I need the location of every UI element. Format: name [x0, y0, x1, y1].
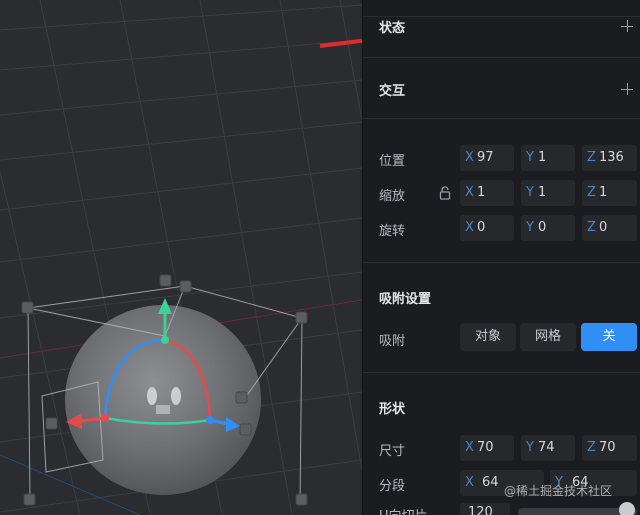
- segments-label: 分段: [379, 479, 406, 494]
- snap-object-button[interactable]: 对象: [460, 323, 516, 351]
- rotation-x-input[interactable]: X 0: [460, 215, 514, 241]
- u-slice-input[interactable]: 120: [460, 503, 510, 515]
- position-y-input[interactable]: Y 1: [521, 145, 575, 171]
- position-x-input[interactable]: X 97: [460, 145, 514, 171]
- size-z-input[interactable]: Z 70: [582, 435, 637, 461]
- size-y-input[interactable]: Y 74: [521, 435, 575, 461]
- scale-z-input[interactable]: Z 1: [582, 180, 637, 206]
- u-slice-label: U向切片: [379, 505, 428, 515]
- section-title-interaction: 交互: [379, 84, 406, 99]
- position-label: 位置: [379, 154, 406, 169]
- rotation-z-input[interactable]: Z 0: [582, 215, 637, 241]
- position-z-input[interactable]: Z 136: [582, 145, 637, 171]
- section-title-shape: 形状: [379, 402, 406, 417]
- 3d-viewport[interactable]: [0, 0, 362, 515]
- size-label: 尺寸: [379, 444, 406, 459]
- scale-x-input[interactable]: X 1: [460, 180, 514, 206]
- watermark: @稀土掘金技术社区: [504, 484, 613, 498]
- rotation-y-input[interactable]: Y 0: [521, 215, 575, 241]
- divider: [363, 57, 640, 58]
- divider: [363, 372, 640, 373]
- scene-canvas[interactable]: [0, 0, 362, 515]
- scale-y-input[interactable]: Y 1: [521, 180, 575, 206]
- divider: [363, 262, 640, 263]
- sphere-object[interactable]: [65, 305, 261, 495]
- rotation-label: 旋转: [379, 224, 406, 239]
- red-arrow-icon: [319, 38, 362, 48]
- properties-panel: 状态 交互 位置 X 97 Y 1 Z 136 缩放 X 1 Y 1 Z 1 旋…: [362, 0, 640, 515]
- divider: [363, 118, 640, 119]
- section-title-snap: 吸附设置: [379, 292, 432, 307]
- size-x-input[interactable]: X 70: [460, 435, 514, 461]
- scale-label: 缩放: [379, 189, 406, 204]
- u-slice-slider-thumb[interactable]: [619, 502, 635, 515]
- add-state-plus-icon[interactable]: [621, 20, 633, 32]
- snap-off-button[interactable]: 关: [581, 323, 637, 351]
- u-slice-slider[interactable]: [518, 502, 637, 515]
- snap-grid-button[interactable]: 网格: [520, 323, 576, 351]
- unlock-icon[interactable]: [439, 186, 451, 200]
- snap-label: 吸附: [379, 334, 406, 349]
- add-interaction-plus-icon[interactable]: [621, 83, 633, 95]
- section-title-state: 状态: [379, 21, 406, 36]
